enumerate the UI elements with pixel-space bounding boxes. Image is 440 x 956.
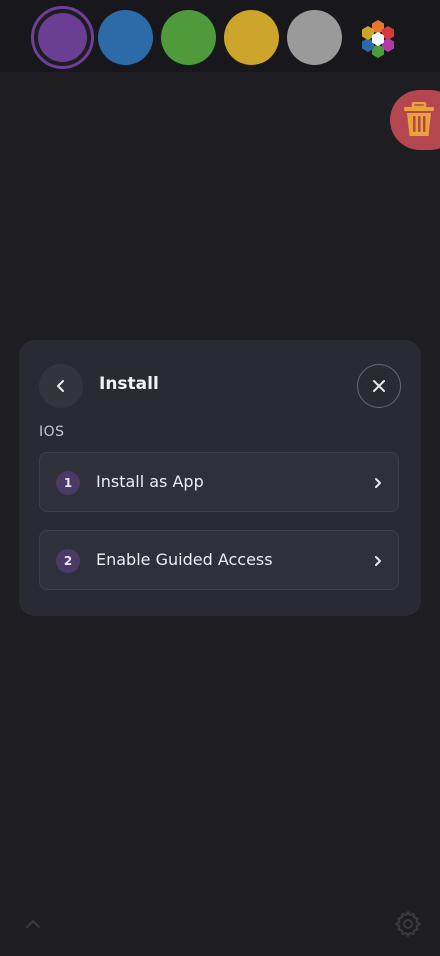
multicolor-hexagon-icon: [362, 20, 394, 58]
color-swatch-gray[interactable]: [287, 10, 342, 65]
color-swatch-blue[interactable]: [98, 10, 153, 65]
install-dialog: Install IOS 1 Install as App 2 Enable Gu…: [19, 340, 421, 616]
color-swatch-purple[interactable]: [31, 6, 94, 69]
dialog-title: Install: [99, 374, 159, 394]
close-icon: [373, 380, 385, 392]
chevron-up-icon[interactable]: [24, 918, 42, 930]
section-label-ios: IOS: [39, 424, 65, 440]
color-toolbar: [0, 0, 440, 72]
trash-icon: [404, 102, 434, 136]
chevron-right-icon: [375, 556, 381, 566]
color-swatch-yellow[interactable]: [224, 10, 279, 65]
trash-button[interactable]: [390, 90, 440, 150]
color-swatch-green[interactable]: [161, 10, 216, 65]
gear-icon: [395, 911, 421, 937]
settings-button[interactable]: [394, 910, 422, 938]
back-button[interactable]: [39, 364, 83, 408]
step-install-as-app[interactable]: 1 Install as App: [39, 452, 399, 512]
step-number-badge: 2: [56, 549, 80, 573]
palette-button[interactable]: [356, 16, 400, 60]
color-swatch-purple-fill: [38, 13, 87, 62]
app-screen: Install IOS 1 Install as App 2 Enable Gu…: [0, 0, 440, 956]
step-enable-guided-access[interactable]: 2 Enable Guided Access: [39, 530, 399, 590]
step-label: Enable Guided Access: [96, 550, 273, 569]
close-button[interactable]: [357, 364, 401, 408]
step-label: Install as App: [96, 472, 204, 491]
chevron-left-icon: [57, 380, 64, 392]
chevron-right-icon: [375, 478, 381, 488]
step-number-badge: 1: [56, 471, 80, 495]
